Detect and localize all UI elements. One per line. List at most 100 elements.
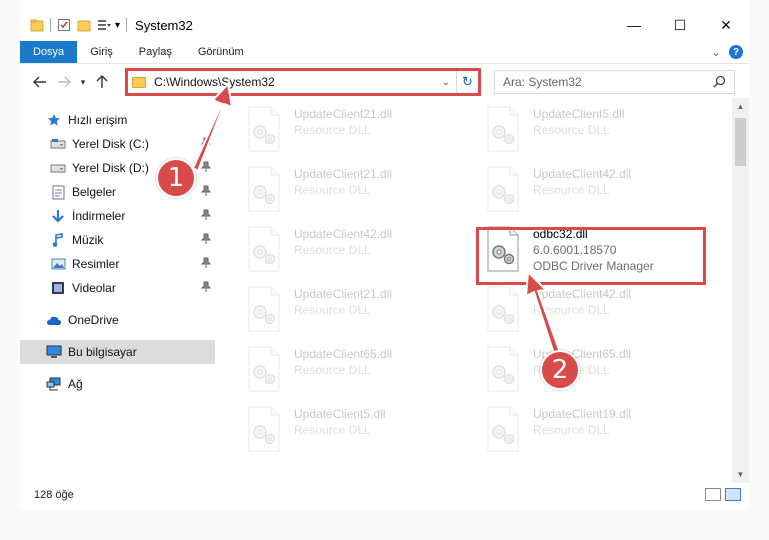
window-title: System32	[135, 17, 193, 33]
sidebar-item-label: Resimler	[72, 257, 120, 271]
dll-file-icon	[487, 406, 519, 452]
pin-icon[interactable]	[201, 137, 211, 149]
expand-ribbon-button[interactable]: ⌄	[711, 45, 721, 59]
arrow-left-icon	[33, 76, 46, 88]
file-item[interactable]: UpdateClient65.dllResource DLL	[234, 342, 462, 400]
tab-file[interactable]: Dosya	[20, 41, 78, 63]
dll-file-icon	[248, 106, 280, 152]
forward-button[interactable]	[52, 70, 76, 94]
dll-file-icon	[487, 346, 519, 392]
file-detail: Resource DLL	[294, 303, 371, 317]
window-frame-right	[749, 0, 769, 540]
file-detail: Resource DLL	[294, 363, 371, 377]
new-folder-icon[interactable]	[77, 18, 91, 32]
file-item[interactable]: UpdateClient42.dll Resource DLL	[473, 162, 701, 220]
customize-toolbar-icon[interactable]	[97, 18, 111, 32]
status-bar: 128 öğe	[20, 484, 749, 506]
file-name: UpdateClient19.dll	[533, 407, 632, 421]
details-view-button[interactable]	[705, 488, 721, 501]
dll-file-icon	[248, 346, 280, 392]
window-controls: — ☐ ✕	[611, 10, 749, 40]
up-button[interactable]	[90, 70, 114, 94]
scroll-down-button[interactable]: ▼	[732, 466, 749, 483]
file-name: UpdateClient42.dll	[533, 287, 632, 301]
arrow-right-icon	[58, 76, 71, 88]
tab-share[interactable]: Paylaş	[126, 41, 185, 63]
network-icon	[46, 376, 62, 392]
pin-icon[interactable]	[201, 185, 211, 197]
file-detail: Resource DLL	[533, 423, 610, 437]
file-item[interactable]: UpdateClient21.dll Resource DLL	[234, 102, 462, 160]
sidebar-item-label: Müzik	[72, 233, 104, 247]
sidebar-item-label: Yerel Disk (C:)	[72, 137, 149, 151]
file-item[interactable]: UpdateClient65.dllResource DLL	[473, 342, 701, 400]
maximize-button[interactable]: ☐	[657, 10, 703, 40]
file-detail: Resource DLL	[533, 123, 610, 137]
explorer-window: ▾ System32 — ☐ ✕ Dosya Giriş Paylaş Görü…	[0, 0, 769, 540]
video-icon	[50, 280, 66, 296]
sidebar-item-music[interactable]: Müzik	[20, 228, 215, 252]
cloud-icon	[46, 312, 62, 328]
pin-icon[interactable]	[201, 281, 211, 293]
pictures-icon	[50, 256, 66, 272]
properties-icon[interactable]	[57, 18, 71, 32]
drive-icon	[50, 136, 66, 152]
file-name: UpdateClient21.dll	[294, 107, 393, 121]
file-name: UpdateClient21.dll	[294, 167, 393, 181]
ribbon-controls: ⌄ ?	[711, 41, 749, 63]
file-item[interactable]: UpdateClient19.dll Resource DLL	[473, 402, 701, 460]
drive-icon	[50, 160, 66, 176]
sidebar-item-pictures[interactable]: Resimler	[20, 252, 215, 276]
file-item[interactable]: UpdateClient5.dll Resource DLL	[234, 402, 462, 460]
vertical-scrollbar[interactable]: ▲ ▼	[732, 98, 749, 483]
chevron-down-icon[interactable]: ▾	[115, 20, 120, 31]
pin-icon[interactable]	[201, 257, 211, 269]
minimize-button[interactable]: —	[611, 10, 657, 40]
tab-view[interactable]: Görünüm	[185, 41, 257, 63]
file-detail: Resource DLL	[294, 123, 371, 137]
sidebar-item-label: Ağ	[68, 377, 83, 391]
scroll-up-button[interactable]: ▲	[732, 98, 749, 115]
file-item[interactable]: UpdateClient21.dll Resource DLL	[234, 282, 462, 340]
sidebar-item-network[interactable]: Ağ	[20, 372, 215, 396]
pin-icon[interactable]	[201, 209, 211, 221]
sidebar-item-downloads[interactable]: İndirmeler	[20, 204, 215, 228]
window-frame-left	[0, 0, 20, 540]
file-detail: Resource DLL	[294, 243, 371, 257]
tiles-view-button[interactable]	[725, 488, 741, 501]
sidebar-item-this-pc[interactable]: Bu bilgisayar	[20, 340, 215, 364]
file-item[interactable]: UpdateClient42.dll Resource DLL	[473, 282, 701, 340]
scroll-thumb[interactable]	[735, 118, 746, 166]
file-item[interactable]: UpdateClient42.dll Resource DLL	[234, 222, 462, 280]
ribbon-tabs: Dosya Giriş Paylaş Görünüm ⌄ ?	[20, 41, 749, 64]
search-icon[interactable]	[713, 75, 726, 88]
file-detail: Resource DLL	[533, 183, 610, 197]
file-detail: Resource DLL	[294, 423, 371, 437]
close-button[interactable]: ✕	[703, 10, 749, 40]
search-input[interactable]: Ara: System32	[494, 70, 735, 94]
file-item[interactable]: UpdateClient21.dll Resource DLL	[234, 162, 462, 220]
sidebar-item-videos[interactable]: Videolar	[20, 276, 215, 300]
sidebar-item-quick-access[interactable]: Hızlı erişim	[20, 108, 215, 132]
dll-file-icon	[487, 166, 519, 212]
help-button[interactable]: ?	[729, 45, 743, 59]
separator	[126, 18, 128, 32]
documents-icon	[50, 184, 66, 200]
dll-file-icon	[487, 286, 519, 332]
sidebar-item-local-disk-c[interactable]: Yerel Disk (C:)	[20, 132, 215, 156]
pin-icon[interactable]	[201, 161, 211, 173]
recent-locations-button[interactable]: ▾	[76, 70, 90, 94]
tab-home[interactable]: Giriş	[77, 41, 126, 63]
pin-icon[interactable]	[201, 233, 211, 245]
separator	[50, 18, 51, 32]
dll-file-icon	[248, 226, 280, 272]
step-2-badge: 2	[540, 350, 580, 390]
file-detail: Resource DLL	[294, 183, 371, 197]
title-bar: ▾ System32 — ☐ ✕	[20, 10, 749, 40]
sidebar-item-onedrive[interactable]: OneDrive	[20, 308, 215, 332]
sidebar-item-label: Videolar	[72, 281, 116, 295]
back-button[interactable]	[28, 70, 52, 94]
file-item[interactable]: UpdateClient5.dll Resource DLL	[473, 102, 701, 160]
file-name: UpdateClient5.dll	[533, 107, 625, 121]
step-1-badge: 1	[156, 158, 196, 198]
